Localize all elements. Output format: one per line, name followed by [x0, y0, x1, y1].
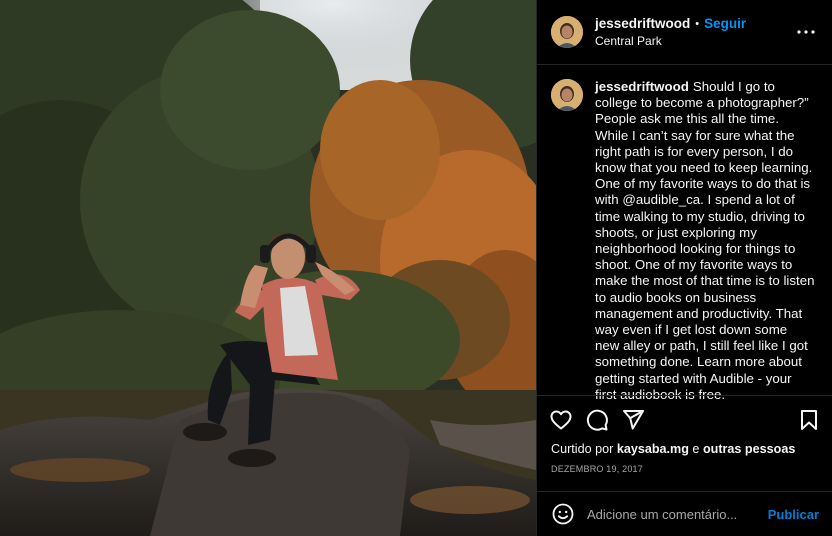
action-bar — [537, 396, 832, 436]
bookmark-icon[interactable] — [797, 408, 821, 432]
post-side-panel: jessedriftwood • Seguir Central Park jes… — [536, 0, 832, 536]
header-line: jessedriftwood • Seguir — [595, 16, 794, 31]
caption-username[interactable]: jessedriftwood — [595, 79, 689, 94]
caption-body: Should I go to college to become a photo… — [595, 79, 815, 402]
share-icon[interactable] — [621, 408, 645, 432]
likes-prefix: Curtido por — [551, 442, 614, 456]
likes-summary: Curtido por kaysaba.mg e outras pessoas — [537, 436, 832, 456]
likes-others[interactable]: outras pessoas — [703, 442, 795, 456]
instagram-post-modal: jessedriftwood • Seguir Central Park jes… — [0, 0, 832, 536]
comment-icon[interactable] — [585, 408, 609, 432]
publish-button[interactable]: Publicar — [768, 507, 819, 522]
caption: jessedriftwood Should I go to college to … — [537, 65, 832, 402]
separator-dot: • — [695, 17, 700, 30]
comment-box: Publicar — [537, 491, 832, 536]
likes-joiner: e — [692, 442, 700, 456]
header-text: jessedriftwood • Seguir Central Park — [595, 16, 794, 48]
avatar-image — [551, 79, 583, 111]
post-date[interactable]: DEZEMBRO 19, 2017 — [537, 456, 832, 474]
post-header: jessedriftwood • Seguir Central Park — [537, 0, 832, 65]
avatar-image — [551, 16, 583, 48]
more-options-icon[interactable] — [794, 20, 818, 44]
follow-button[interactable]: Seguir — [704, 16, 746, 31]
heart-icon[interactable] — [549, 408, 573, 432]
photo-illustration — [0, 0, 536, 536]
comment-input[interactable] — [587, 506, 768, 522]
post-photo[interactable] — [0, 0, 536, 536]
post-actions-section: Curtido por kaysaba.mg e outras pessoas … — [537, 395, 832, 474]
caption-avatar[interactable] — [551, 79, 583, 111]
likes-user[interactable]: kaysaba.mg — [617, 442, 689, 456]
location-link[interactable]: Central Park — [595, 34, 794, 48]
emoji-icon[interactable] — [551, 502, 575, 526]
caption-text: jessedriftwood Should I go to college to … — [595, 79, 815, 402]
username[interactable]: jessedriftwood — [595, 16, 690, 31]
avatar[interactable] — [551, 16, 583, 48]
